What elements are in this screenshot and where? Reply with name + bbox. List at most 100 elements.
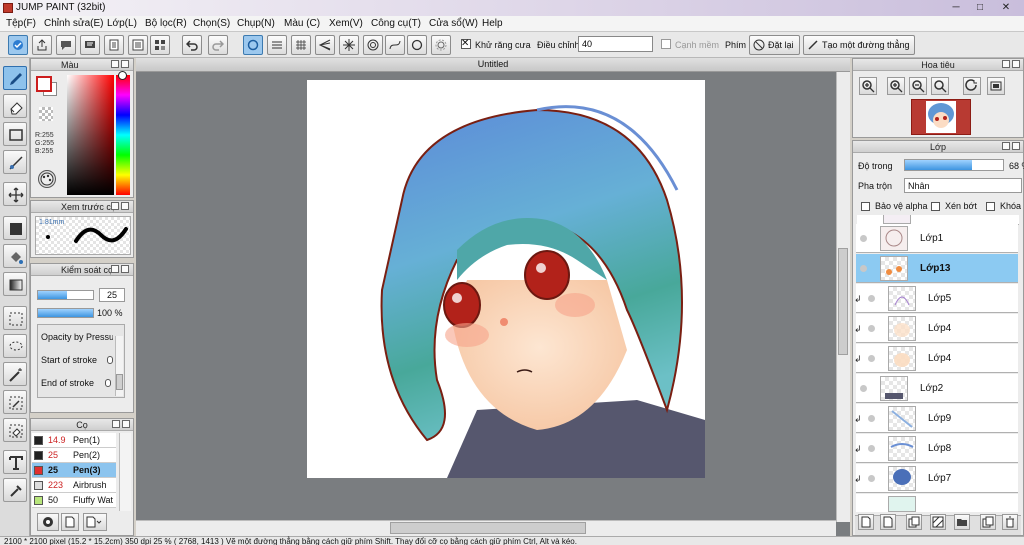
flip-button[interactable]: [987, 77, 1005, 95]
menu-layer[interactable]: Lớp(L): [107, 18, 137, 29]
tool-select-pen[interactable]: [3, 390, 27, 414]
opacity-slider[interactable]: [37, 308, 94, 318]
brush-item-pen3[interactable]: 25 Pen(3): [32, 463, 116, 478]
undo-button[interactable]: [182, 35, 202, 55]
start-stroke-toggle[interactable]: [107, 356, 113, 364]
tool-lasso[interactable]: [3, 334, 27, 358]
zoom-in-button[interactable]: [859, 77, 877, 95]
horizontal-scroll-thumb[interactable]: [390, 522, 586, 534]
primary-color-swatch[interactable]: [36, 76, 52, 92]
layer-mask-button[interactable]: [930, 514, 946, 530]
visibility-toggle[interactable]: [868, 475, 875, 482]
new-layer-menu-button[interactable]: [880, 514, 896, 530]
tool-fill-rect[interactable]: [3, 216, 27, 240]
ruler-grid-button[interactable]: [291, 35, 311, 55]
visibility-toggle[interactable]: [860, 265, 867, 272]
layer-row-lop4-a[interactable]: ↲ Lớp4: [854, 314, 1018, 343]
options-scrollbar[interactable]: [115, 336, 123, 396]
folder-button[interactable]: [954, 514, 970, 530]
ruler-concentric-button[interactable]: [363, 35, 383, 55]
zoom-in-fine-button[interactable]: [887, 77, 905, 95]
straight-line-button[interactable]: Tạo một đường thẳng: [803, 35, 916, 55]
new-layer-button[interactable]: [858, 514, 874, 530]
drawing-canvas[interactable]: [307, 80, 705, 478]
layer-opacity-slider[interactable]: [904, 159, 1004, 171]
saturation-value-picker[interactable]: [67, 75, 114, 195]
visibility-toggle[interactable]: [868, 445, 875, 452]
navigator-preview[interactable]: [911, 99, 971, 135]
menu-view[interactable]: Xem(V): [329, 18, 363, 29]
layer-row-lop7[interactable]: ↲ Lớp7: [854, 464, 1018, 493]
tb-export-button[interactable]: [32, 35, 52, 55]
visibility-toggle[interactable]: [860, 235, 867, 242]
panel-icons[interactable]: [109, 60, 131, 69]
tb-message-button[interactable]: [80, 35, 100, 55]
ruler-parallel-button[interactable]: [267, 35, 287, 55]
brush-settings-button[interactable]: [37, 513, 59, 531]
ruler-settings-button[interactable]: [431, 35, 451, 55]
tb-list-button[interactable]: [128, 35, 148, 55]
size-value[interactable]: 25: [99, 288, 125, 302]
brush-item-pen1[interactable]: 14.9 Pen(1): [32, 433, 116, 448]
layer-row-lop8[interactable]: ↲ Lớp8: [854, 434, 1018, 463]
correction-input[interactable]: [578, 36, 653, 52]
new-brush-button[interactable]: [61, 513, 79, 531]
tb-snap-button[interactable]: [8, 35, 28, 55]
tool-eraser[interactable]: [3, 94, 27, 118]
minimize-button[interactable]: ─: [948, 1, 964, 15]
layer-row-lop13[interactable]: Lớp13: [856, 254, 1018, 283]
brush-item-airbrush[interactable]: 223 Airbrush: [32, 478, 116, 493]
protect-alpha-checkbox[interactable]: [861, 202, 870, 211]
new-folder-button[interactable]: [906, 514, 922, 530]
brush-list-scrollbar[interactable]: [119, 433, 131, 511]
tool-pen[interactable]: [3, 66, 27, 90]
fine-checkbox[interactable]: [661, 39, 671, 49]
brush-menu-button[interactable]: [83, 513, 107, 531]
menu-capture[interactable]: Chụp(N): [237, 18, 275, 29]
tool-magic-wand[interactable]: [3, 362, 27, 386]
ruler-curve-button[interactable]: [385, 35, 405, 55]
menu-file[interactable]: Tệp(F): [6, 18, 36, 29]
menu-window[interactable]: Cửa sổ(W): [429, 18, 478, 29]
visibility-toggle[interactable]: [860, 385, 867, 392]
tool-text[interactable]: [3, 450, 27, 474]
end-stroke-toggle[interactable]: [105, 379, 111, 387]
zoom-out-button[interactable]: [909, 77, 927, 95]
size-slider[interactable]: [37, 290, 94, 300]
tool-eyedropper[interactable]: [3, 478, 27, 502]
maximize-button[interactable]: □: [972, 1, 988, 15]
visibility-toggle[interactable]: [868, 325, 875, 332]
clipping-checkbox[interactable]: [931, 202, 940, 211]
menu-filter[interactable]: Bộ lọc(R): [145, 18, 187, 29]
ruler-off-button[interactable]: [243, 35, 263, 55]
tool-rectangle[interactable]: [3, 122, 27, 146]
brush-item-pen2[interactable]: 25 Pen(2): [32, 448, 116, 463]
rotate-button[interactable]: [963, 77, 981, 95]
vertical-scroll-thumb[interactable]: [838, 248, 848, 355]
visibility-toggle[interactable]: [868, 295, 875, 302]
brush-item-fluffy[interactable]: 50 Fluffy Wat: [32, 493, 116, 508]
tool-gradient[interactable]: [3, 272, 27, 296]
hue-handle[interactable]: [118, 71, 127, 80]
layer-row-lop5[interactable]: ↲ Lớp5: [854, 284, 1018, 313]
tool-bucket[interactable]: [3, 244, 27, 268]
hue-slider[interactable]: [116, 75, 130, 195]
menu-edit[interactable]: Chỉnh sửa(E): [44, 18, 104, 29]
visibility-toggle[interactable]: [868, 415, 875, 422]
blend-mode-select[interactable]: Nhân: [904, 178, 1022, 193]
tool-select-eraser[interactable]: [3, 418, 27, 442]
layer-row-lop9[interactable]: ↲ Lớp9: [854, 404, 1018, 433]
document-tab[interactable]: Untitled: [136, 58, 850, 72]
tb-comment-button[interactable]: [56, 35, 76, 55]
close-button[interactable]: ✕: [998, 1, 1014, 15]
tool-rect-select[interactable]: [3, 306, 27, 330]
tool-move[interactable]: [3, 182, 27, 206]
transparent-swatch[interactable]: [39, 107, 53, 121]
tb-grid-button[interactable]: [150, 35, 170, 55]
menu-color[interactable]: Màu (C): [284, 18, 320, 29]
ruler-perspective-button[interactable]: [315, 35, 335, 55]
tb-doc-button[interactable]: [104, 35, 124, 55]
ruler-radial-button[interactable]: [339, 35, 359, 55]
layer-row-lop1[interactable]: Lớp1: [856, 224, 1018, 253]
delete-layer-button[interactable]: [1002, 514, 1018, 530]
